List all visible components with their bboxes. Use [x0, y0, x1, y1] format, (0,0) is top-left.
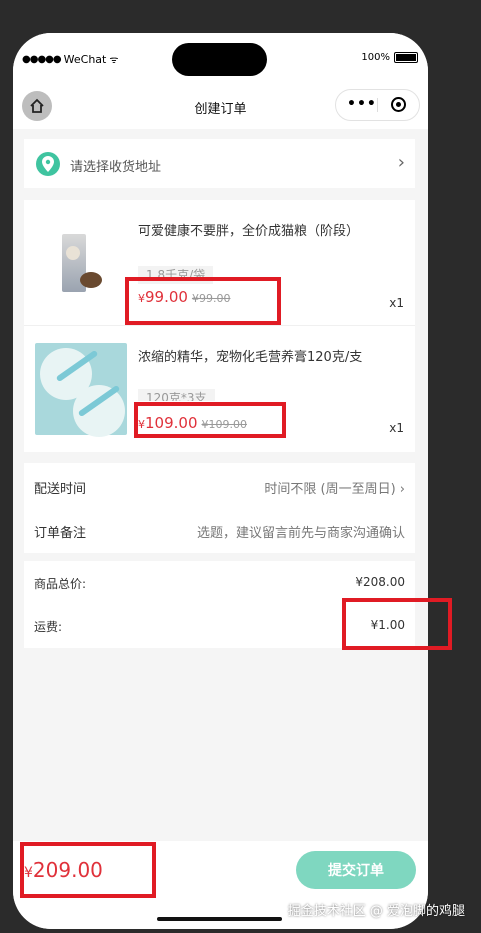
chevron-right-icon: ›: [397, 152, 405, 173]
wifi-icon: ᯤ: [109, 55, 119, 66]
goods-quantity: x1: [389, 421, 404, 435]
home-indicator: [157, 917, 282, 921]
battery-icon: [394, 52, 418, 63]
carrier-label: WeChat: [63, 52, 107, 66]
more-menu-icon[interactable]: •••: [347, 97, 377, 111]
goods-name: 浓缩的精华，宠物化毛营养膏120克/支: [138, 350, 363, 365]
goods-total-label: 商品总价:: [34, 577, 87, 591]
annotation-box: [134, 402, 286, 438]
nav-bar: 创建订单 •••: [13, 85, 428, 129]
address-placeholder: 请选择收货地址: [70, 160, 162, 175]
delivery-options: 配送时间 时间不限 (周一至周日) › 订单备注 选题，建议留言前先与商家沟通确…: [24, 463, 415, 553]
status-left: ●●●●● WeChat ᯤ: [22, 52, 119, 67]
goods-total-value: ¥208.00: [355, 575, 405, 589]
location-pin-icon: [36, 152, 60, 176]
status-bar: ●●●●● WeChat ᯤ 100%: [13, 33, 428, 85]
close-miniprogram-icon[interactable]: [391, 97, 406, 112]
mini-program-capsule: •••: [335, 89, 420, 121]
nutrition-paste-image: [35, 343, 127, 437]
kibble-graphic: [80, 272, 102, 288]
watermark: 掘金技术社区 @ 爱泡脚的鸡腿: [287, 904, 465, 919]
status-right: 100%: [361, 52, 418, 63]
battery-percent: 100%: [361, 52, 390, 63]
shipping-label: 运费:: [34, 620, 63, 634]
submit-order-button[interactable]: 提交订单: [296, 851, 416, 889]
phone-screen: ●●●●● WeChat ᯤ 100% 创建订单 ••• 请选择收货地址 › 可…: [13, 33, 428, 929]
order-note-label: 订单备注: [34, 526, 87, 541]
goods-name: 可爱健康不要胖，全价成猫粮（阶段）: [138, 224, 360, 239]
annotation-box: [20, 842, 156, 898]
signal-icon: ●●●●●: [22, 53, 62, 65]
address-selector[interactable]: 请选择收货地址 ›: [24, 139, 415, 188]
order-note-row[interactable]: 订单备注 选题，建议留言前先与商家沟通确认: [24, 507, 415, 551]
annotation-box: [342, 598, 452, 650]
goods-spec: 120克*3支: [138, 389, 215, 401]
delivery-time-label: 配送时间: [34, 482, 87, 497]
annotation-box: [125, 277, 281, 325]
dynamic-island: [172, 43, 267, 76]
cat-food-image: [35, 214, 127, 306]
order-note-placeholder: 选题，建议留言前先与商家沟通确认: [196, 526, 405, 541]
delivery-time-row[interactable]: 配送时间 时间不限 (周一至周日) ›: [24, 463, 415, 507]
delivery-time-value: 时间不限 (周一至周日) ›: [264, 482, 405, 497]
capsule-divider: [377, 98, 378, 112]
goods-quantity: x1: [389, 296, 404, 310]
